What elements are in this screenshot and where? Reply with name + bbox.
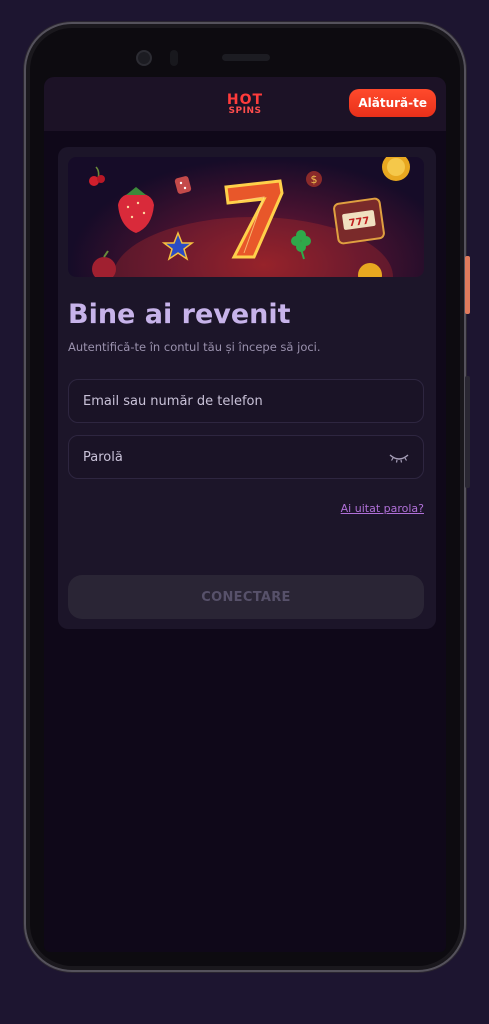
svg-text:$: $ bbox=[311, 173, 318, 186]
coin-icon bbox=[382, 157, 410, 181]
volume-button bbox=[465, 376, 470, 488]
eye-closed-icon[interactable] bbox=[389, 451, 409, 465]
logo-line-2: SPINS bbox=[228, 105, 262, 116]
app-screen: HOT SPINS Alătură-te $ 777 Bine ai reven… bbox=[44, 77, 446, 952]
promo-banner: $ 777 bbox=[68, 157, 424, 277]
password-input[interactable] bbox=[69, 436, 423, 478]
fruit-icon bbox=[92, 250, 116, 277]
banner-illustration: $ 777 bbox=[89, 157, 410, 277]
email-input[interactable] bbox=[69, 380, 423, 422]
dollar-icon: $ bbox=[306, 171, 322, 187]
hot-spins-logo[interactable]: HOT SPINS bbox=[227, 93, 263, 116]
phone-frame: HOT SPINS Alătură-te $ 777 Bine ai reven… bbox=[24, 22, 470, 972]
page-subtitle: Autentifică-te în contul tău și începe s… bbox=[68, 340, 321, 354]
earpiece-speaker bbox=[222, 54, 270, 61]
login-button[interactable]: CONECTARE bbox=[68, 575, 424, 619]
forgot-password-link[interactable]: Ai uitat parola? bbox=[341, 502, 424, 515]
sensor bbox=[170, 50, 178, 66]
front-camera bbox=[136, 50, 152, 66]
dice-icon bbox=[174, 176, 192, 194]
cherry-icon bbox=[89, 166, 105, 186]
page-title: Bine ai revenit bbox=[68, 299, 291, 330]
email-field[interactable] bbox=[68, 379, 424, 423]
logo-line-1: HOT bbox=[226, 91, 264, 108]
power-button bbox=[465, 256, 470, 314]
strawberry-icon bbox=[118, 187, 154, 233]
top-bar: HOT SPINS Alătură-te bbox=[44, 77, 446, 131]
password-field[interactable] bbox=[68, 435, 424, 479]
login-card: $ 777 Bine ai revenit Autentifică-te în … bbox=[58, 147, 436, 629]
slot-machine-icon: 777 bbox=[333, 197, 385, 245]
join-button[interactable]: Alătură-te bbox=[349, 89, 436, 117]
